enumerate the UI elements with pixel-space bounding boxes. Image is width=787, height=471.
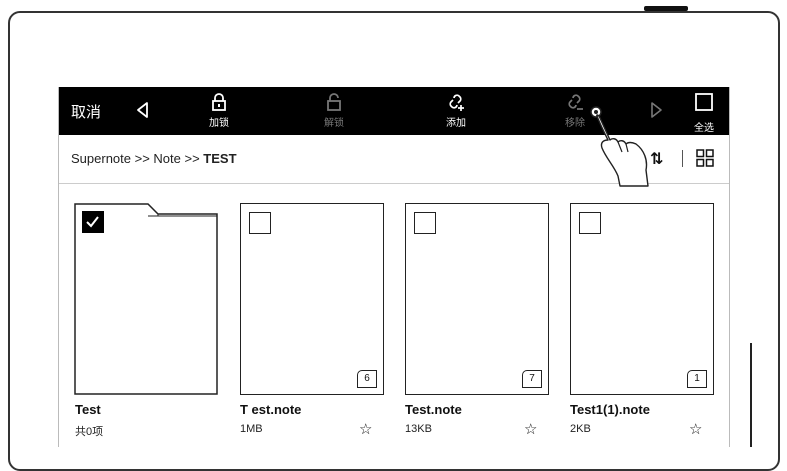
lock-icon <box>212 93 226 111</box>
forward-arrow-icon[interactable] <box>648 101 664 119</box>
unlock-icon <box>327 93 341 111</box>
item-meta: 共0项 <box>75 426 104 438</box>
select-checkbox[interactable] <box>579 212 601 234</box>
page-count-badge: 7 <box>522 370 542 388</box>
device-power-button <box>644 6 688 11</box>
item-name: T est.note <box>240 402 302 417</box>
item-meta: 1MB <box>240 423 263 435</box>
select-all-label: 全选 <box>694 123 714 134</box>
add-label: 添加 <box>446 118 466 129</box>
device-side-edge <box>750 343 752 447</box>
note-card[interactable]: 7 <box>405 203 549 395</box>
star-icon[interactable]: ☆ <box>689 420 702 438</box>
breadcrumb-current: TEST <box>203 151 237 166</box>
page-count-badge: 1 <box>687 370 707 388</box>
remove-link-icon <box>568 94 583 110</box>
breadcrumb: Supernote >> Note >> TEST <box>71 151 237 166</box>
item-name: Test <box>75 402 101 417</box>
sort-icon[interactable]: ⇅ <box>650 149 663 169</box>
select-checkbox[interactable] <box>249 212 271 234</box>
grid-view-icon[interactable] <box>696 149 714 167</box>
unlock-label: 解锁 <box>324 118 344 129</box>
folder-card[interactable] <box>74 203 218 395</box>
note-card[interactable]: 6 <box>240 203 384 395</box>
add-link-button[interactable]: 添加 <box>434 92 478 129</box>
lock-label: 加锁 <box>209 118 229 129</box>
cancel-button[interactable]: 取消 <box>71 101 101 122</box>
add-link-icon <box>449 94 464 111</box>
unlock-button[interactable]: 解锁 <box>312 92 356 129</box>
item-name: Test.note <box>405 402 462 417</box>
star-icon[interactable]: ☆ <box>359 420 372 438</box>
item-name: Test1(1).note <box>570 402 650 417</box>
tap-hand-icon <box>590 106 649 187</box>
divider <box>682 150 683 167</box>
select-checkbox[interactable] <box>414 212 436 234</box>
select-all-square-icon <box>695 93 713 111</box>
check-icon <box>86 216 99 228</box>
back-arrow-icon[interactable] <box>135 101 151 119</box>
item-meta: 2KB <box>570 423 591 435</box>
select-checkbox[interactable] <box>82 211 104 233</box>
item-meta: 13KB <box>405 423 432 435</box>
star-icon[interactable]: ☆ <box>524 420 537 438</box>
note-card[interactable]: 1 <box>570 203 714 395</box>
page-count-badge: 6 <box>357 370 377 388</box>
breadcrumb-path: Supernote >> Note >> <box>71 151 204 166</box>
select-all-button[interactable]: 全选 <box>684 92 724 134</box>
lock-button[interactable]: 加锁 <box>197 92 241 129</box>
